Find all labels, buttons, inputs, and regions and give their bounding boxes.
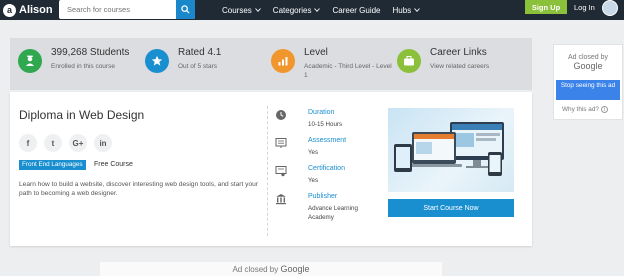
ad-bottom-closed-text: Ad closed by <box>232 265 279 274</box>
stop-seeing-ad-button[interactable]: Stop seeing this ad <box>556 80 620 100</box>
chevron-down-icon <box>314 8 321 12</box>
course-preview-image[interactable] <box>388 108 514 192</box>
course-stats-bar: 399,268 Students Enrolled in this course… <box>10 38 532 90</box>
stat-career-links-sub: View related careers <box>430 63 490 70</box>
nav-hubs[interactable]: Hubs <box>393 6 421 15</box>
nav-categories-label: Categories <box>272 5 312 15</box>
meta-publisher: Publisher Advance Learning Academy <box>275 193 375 221</box>
twitter-icon[interactable]: t <box>44 134 62 152</box>
course-card: Diploma in Web Design f t G+ in Front En… <box>10 92 532 246</box>
star-icon <box>145 49 169 73</box>
nav-career-guide[interactable]: Career Guide <box>332 6 380 15</box>
ad-panel-right: Ad closed by Google Stop seeing this ad … <box>553 44 623 120</box>
nav-courses-label: Courses <box>222 5 252 15</box>
meta-publisher-label[interactable]: Publisher <box>308 193 337 200</box>
ad-bottom-notice: Ad closed by Google <box>100 264 442 274</box>
nav-hubs-label: Hubs <box>392 5 412 15</box>
logo-text: Alison <box>19 4 53 16</box>
chart-icon <box>271 49 295 73</box>
start-course-button[interactable]: Start Course Now <box>388 199 514 217</box>
logo-mark-icon: a <box>3 3 16 17</box>
course-title: Diploma in Web Design <box>19 108 145 122</box>
search-icon <box>181 5 190 14</box>
top-nav: a Alison Courses Categories Career Guide… <box>0 0 624 20</box>
ad-panel-bottom: Ad closed by Google <box>100 262 442 276</box>
search-button[interactable] <box>176 0 195 19</box>
nav-links: Courses Categories Career Guide Hubs <box>222 0 421 20</box>
ad-bottom-google-logo: Google <box>280 264 310 274</box>
meta-duration-value: 10-15 Hours <box>308 121 343 128</box>
chevron-down-icon <box>414 8 421 12</box>
nav-courses[interactable]: Courses <box>222 6 261 15</box>
meta-duration: Duration 10-15 Hours <box>275 109 375 135</box>
certificate-icon <box>275 166 287 177</box>
category-tag[interactable]: Front End Languages <box>19 160 86 170</box>
why-this-ad-label: Why this ad? <box>562 106 599 113</box>
chevron-down-icon <box>254 8 261 12</box>
stat-level-title: Level <box>304 47 328 58</box>
stat-career-links-title: Career Links <box>430 47 487 58</box>
meta-assessment-label[interactable]: Assessment <box>308 137 346 144</box>
search-box <box>59 0 195 19</box>
clock-icon <box>276 110 286 120</box>
stat-rating-sub: Out of 5 stars <box>178 63 218 70</box>
course-description: Learn how to build a website, discover i… <box>19 181 258 198</box>
ad-closed-text: Ad closed by <box>567 54 609 61</box>
meta-certification-label[interactable]: Certification <box>308 165 345 172</box>
linkedin-icon[interactable]: in <box>94 134 112 152</box>
google-logo: Google <box>573 61 603 71</box>
why-this-ad-link[interactable]: Why this ad? i <box>562 106 608 113</box>
graduate-icon <box>18 49 42 73</box>
info-icon: i <box>600 106 608 113</box>
nav-categories[interactable]: Categories <box>273 6 321 15</box>
building-icon <box>276 194 286 205</box>
meta-duration-label[interactable]: Duration <box>308 109 334 116</box>
stat-rating-title: Rated 4.1 <box>178 47 222 58</box>
search-input[interactable] <box>59 0 176 19</box>
stat-level-sub: Academic - Third Level - Level 1 <box>304 63 392 79</box>
meta-certification: Certification Yes <box>275 165 375 191</box>
assessment-icon <box>275 138 287 148</box>
social-share: f t G+ in <box>19 134 112 152</box>
google-plus-icon[interactable]: G+ <box>69 134 87 152</box>
meta-publisher-value: Advance Learning Academy <box>308 205 358 221</box>
nav-career-guide-label: Career Guide <box>332 5 381 15</box>
meta-assessment: Assessment Yes <box>275 137 375 163</box>
stat-students-title: 399,268 Students <box>51 47 130 58</box>
alison-logo[interactable]: a Alison <box>3 2 53 18</box>
meta-certification-value: Yes <box>308 177 319 184</box>
briefcase-icon <box>397 49 421 73</box>
login-link[interactable]: Log In <box>574 3 595 12</box>
divider <box>267 106 268 236</box>
meta-assessment-value: Yes <box>308 149 319 156</box>
avatar[interactable] <box>602 0 618 16</box>
facebook-icon[interactable]: f <box>19 134 37 152</box>
price-label: Free Course <box>94 161 133 168</box>
stat-students-sub: Enrolled in this course <box>51 63 115 70</box>
signup-button[interactable]: Sign Up <box>525 0 567 14</box>
ad-closed-notice: Ad closed by Google <box>554 53 622 71</box>
